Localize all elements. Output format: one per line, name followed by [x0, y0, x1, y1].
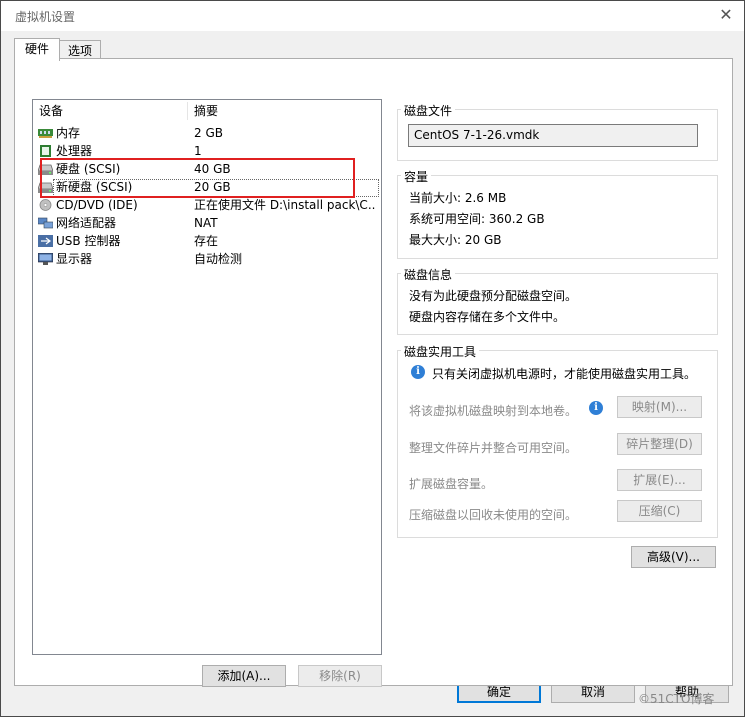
device-row-memory[interactable]: 内存 2 GB — [35, 124, 379, 142]
remove-device-button[interactable]: 移除(R) — [298, 665, 382, 687]
info-icon: i — [589, 401, 603, 415]
device-row-cd-dvd[interactable]: CD/DVD (IDE) 正在使用文件 D:\install pack\C... — [35, 196, 379, 214]
capacity-title: 容量 — [401, 168, 432, 185]
map-button[interactable]: 映射(M)... — [617, 396, 702, 418]
device-name: 内存 — [56, 126, 81, 140]
device-name: 显示器 — [56, 252, 93, 266]
window-title: 虚拟机设置 — [15, 10, 76, 24]
close-icon[interactable]: ✕ — [717, 5, 735, 24]
column-header-device[interactable]: 设备 — [39, 100, 63, 122]
disk-info-title: 磁盘信息 — [401, 266, 456, 283]
dialog-client: 硬件 选项 设备 摘要 内存 2 GB 处理器 1 硬盘 (SCSI) 40 G… — [1, 31, 744, 716]
memory-icon — [38, 129, 53, 138]
disk-utilities-title: 磁盘实用工具 — [401, 343, 480, 360]
current-size-label: 当前大小: 2.6 MB — [409, 191, 507, 205]
device-name: CD/DVD (IDE) — [56, 198, 138, 212]
compact-button[interactable]: 压缩(C) — [617, 500, 702, 522]
title-bar: 虚拟机设置 ✕ — [1, 1, 744, 31]
disk-info-line-1: 没有为此硬盘预分配磁盘空间。 — [409, 289, 578, 303]
network-adapter-icon — [38, 217, 53, 229]
compact-description: 压缩磁盘以回收未使用的空间。 — [409, 508, 578, 522]
defrag-description: 整理文件碎片并整合可用空间。 — [409, 441, 578, 455]
settings-dialog: 虚拟机设置 ✕ 硬件 选项 设备 摘要 内存 2 GB 处理器 1 硬盘 (SC… — [0, 0, 745, 717]
device-name: USB 控制器 — [56, 234, 121, 248]
device-name: 网络适配器 — [56, 216, 117, 230]
watermark: ©51CTO博客 — [638, 692, 715, 706]
tab-hardware[interactable]: 硬件 — [14, 38, 60, 61]
map-description: 将该虚拟机磁盘映射到本地卷。 — [409, 404, 578, 418]
cd-dvd-icon — [39, 199, 52, 211]
usb-icon — [38, 235, 53, 247]
hardware-panel: 设备 摘要 内存 2 GB 处理器 1 硬盘 (SCSI) 40 GB 新硬盘 … — [14, 58, 733, 687]
device-summary: 2 GB — [194, 126, 223, 140]
column-divider[interactable] — [187, 102, 188, 120]
max-size-label: 最大大小: 20 GB — [409, 233, 502, 247]
column-header-summary[interactable]: 摘要 — [194, 100, 218, 122]
advanced-button[interactable]: 高级(V)... — [631, 546, 716, 568]
utilities-note: 只有关闭虚拟机电源时，才能使用磁盘实用工具。 — [432, 367, 697, 381]
display-icon — [38, 253, 53, 265]
device-summary: 正在使用文件 D:\install pack\C... — [194, 198, 376, 212]
device-summary: 存在 — [194, 234, 219, 248]
device-summary: NAT — [194, 216, 218, 230]
disk-file-field[interactable]: CentOS 7-1-26.vmdk — [408, 124, 698, 147]
device-list[interactable]: 设备 摘要 内存 2 GB 处理器 1 硬盘 (SCSI) 40 GB 新硬盘 … — [32, 99, 382, 655]
device-row-usb-controller[interactable]: USB 控制器 存在 — [35, 232, 379, 250]
device-summary: 自动检测 — [194, 252, 243, 266]
system-free-label: 系统可用空间: 360.2 GB — [409, 212, 545, 226]
expand-description: 扩展磁盘容量。 — [409, 477, 494, 491]
add-device-button[interactable]: 添加(A)... — [202, 665, 286, 687]
disk-info-line-2: 硬盘内容存储在多个文件中。 — [409, 310, 566, 324]
device-row-network-adapter[interactable]: 网络适配器 NAT — [35, 214, 379, 232]
disk-file-title: 磁盘文件 — [401, 102, 456, 119]
processor-icon — [40, 145, 51, 157]
highlight-annotation — [40, 158, 355, 198]
info-icon: i — [411, 365, 425, 379]
defrag-button[interactable]: 碎片整理(D) — [617, 433, 702, 455]
device-row-display[interactable]: 显示器 自动检测 — [35, 250, 379, 268]
expand-button[interactable]: 扩展(E)... — [617, 469, 702, 491]
